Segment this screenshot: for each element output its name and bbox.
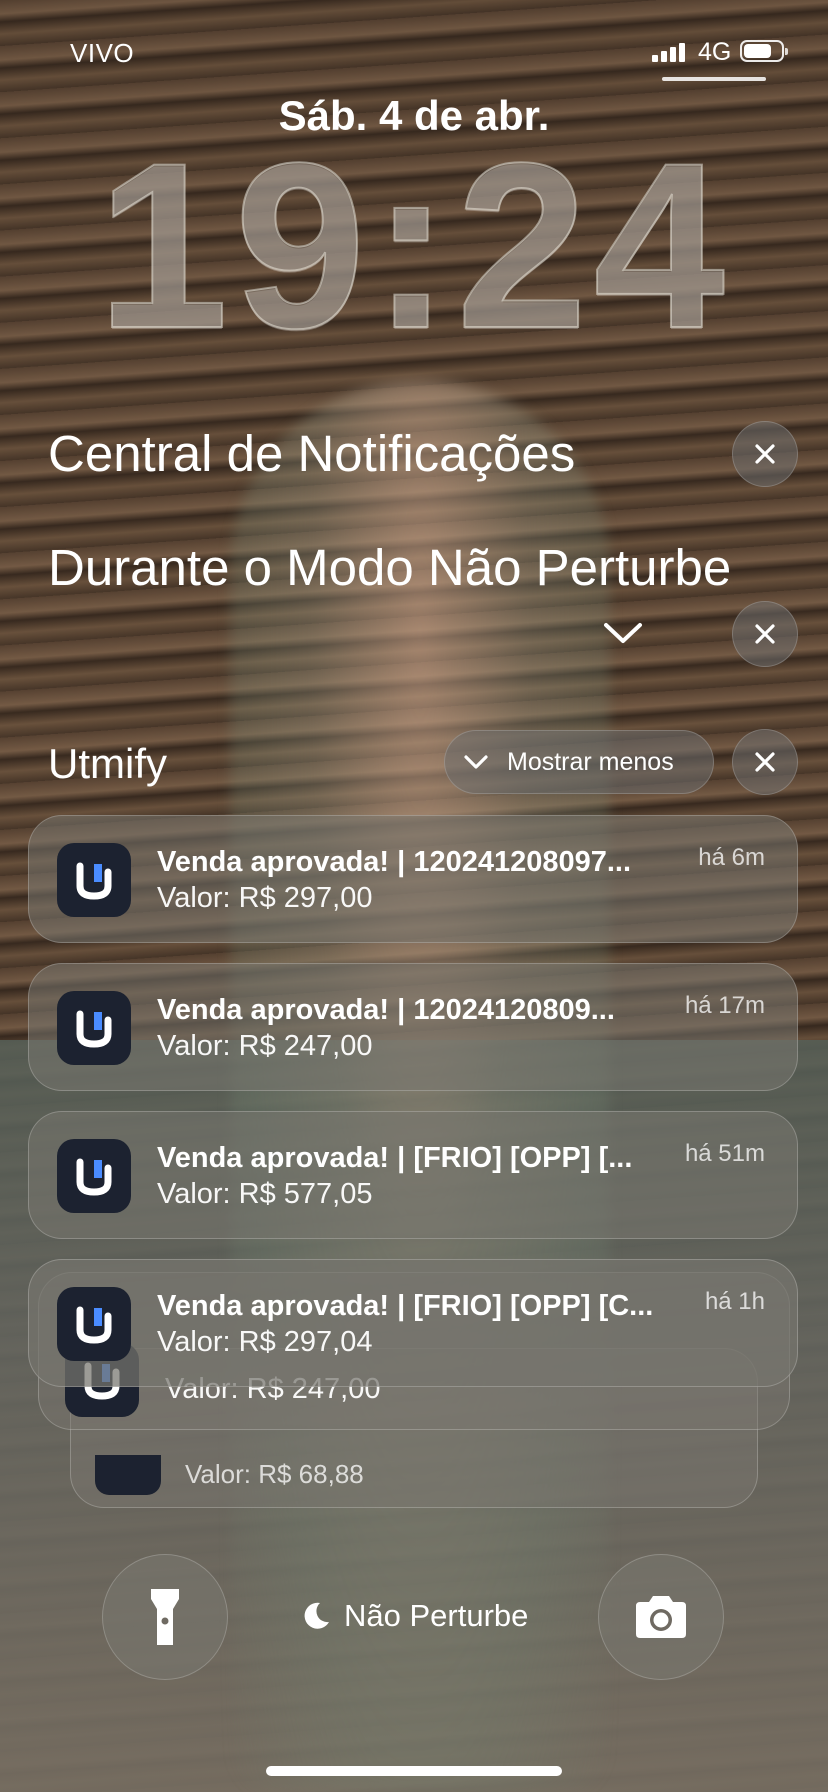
utmify-app-icon bbox=[57, 991, 131, 1065]
notification-title: Venda aprovada! | [FRIO] [OPP] [... bbox=[157, 1142, 633, 1174]
notification-body: Valor: R$ 247,00 bbox=[157, 1030, 373, 1062]
notification-card[interactable]: Venda aprovada! | 120241208097... Valor:… bbox=[28, 815, 798, 943]
network-type: 4G bbox=[698, 38, 732, 66]
close-icon bbox=[755, 752, 775, 772]
notification-body: Valor: R$ 297,04 bbox=[157, 1326, 373, 1358]
notification-card[interactable]: Venda aprovada! | 12024120809... Valor: … bbox=[28, 963, 798, 1091]
clear-all-button[interactable] bbox=[732, 421, 798, 487]
notification-card[interactable]: Venda aprovada! | [FRIO] [OPP] [C... Val… bbox=[28, 1259, 798, 1387]
notification-body: Valor: R$ 68,88 bbox=[185, 1459, 364, 1489]
moon-icon bbox=[304, 1602, 329, 1629]
flashlight-icon bbox=[151, 1589, 179, 1645]
notification-title: Venda aprovada! | [FRIO] [OPP] [C... bbox=[157, 1290, 654, 1322]
camera-icon bbox=[636, 1596, 686, 1638]
close-icon bbox=[755, 624, 775, 644]
notification-time: há 17m bbox=[684, 992, 765, 1019]
clear-group-button[interactable] bbox=[732, 729, 798, 795]
focus-mode-indicator[interactable]: Não Perturbe bbox=[300, 1598, 528, 1634]
utmify-app-icon bbox=[57, 1139, 131, 1213]
notification-body: Valor: R$ 297,00 bbox=[157, 882, 373, 914]
lock-time: 19:24 bbox=[96, 114, 731, 378]
flashlight-button[interactable] bbox=[102, 1554, 228, 1680]
app-group-name: Utmify bbox=[48, 740, 167, 787]
status-bar: VIVO 4G bbox=[0, 36, 828, 68]
battery-level bbox=[744, 44, 771, 58]
carrier-label: VIVO bbox=[70, 38, 135, 68]
show-less-button[interactable]: Mostrar menos bbox=[444, 730, 714, 794]
show-less-label: Mostrar menos bbox=[507, 747, 674, 776]
notification-title: Venda aprovada! | 120241208097... bbox=[157, 846, 632, 878]
focus-mode-label: Não Perturbe bbox=[344, 1598, 529, 1633]
home-indicator[interactable] bbox=[266, 1766, 562, 1776]
battery-icon bbox=[740, 40, 788, 62]
utmify-app-icon bbox=[57, 1287, 131, 1361]
control-center-grabber[interactable] bbox=[662, 77, 766, 81]
cellular-signal-icon bbox=[652, 42, 686, 62]
clear-dnd-section-button[interactable] bbox=[732, 601, 798, 667]
chevron-down-icon bbox=[464, 755, 488, 769]
notification-center-title: Central de Notificações bbox=[48, 425, 576, 482]
notification-time: há 1h bbox=[704, 1288, 765, 1315]
utmify-app-icon bbox=[95, 1455, 161, 1495]
notification-time: há 51m bbox=[684, 1140, 765, 1167]
camera-button[interactable] bbox=[598, 1554, 724, 1680]
close-icon bbox=[755, 444, 775, 464]
notification-title: Venda aprovada! | 12024120809... bbox=[157, 994, 615, 1026]
notification-card[interactable]: Venda aprovada! | [FRIO] [OPP] [... Valo… bbox=[28, 1111, 798, 1239]
notification-time: há 6m bbox=[698, 844, 765, 871]
chevron-down-icon[interactable] bbox=[602, 620, 644, 646]
notification-body: Valor: R$ 577,05 bbox=[157, 1178, 373, 1210]
dnd-section-title: Durante o Modo Não Perturbe bbox=[48, 539, 732, 596]
utmify-app-icon bbox=[57, 843, 131, 917]
